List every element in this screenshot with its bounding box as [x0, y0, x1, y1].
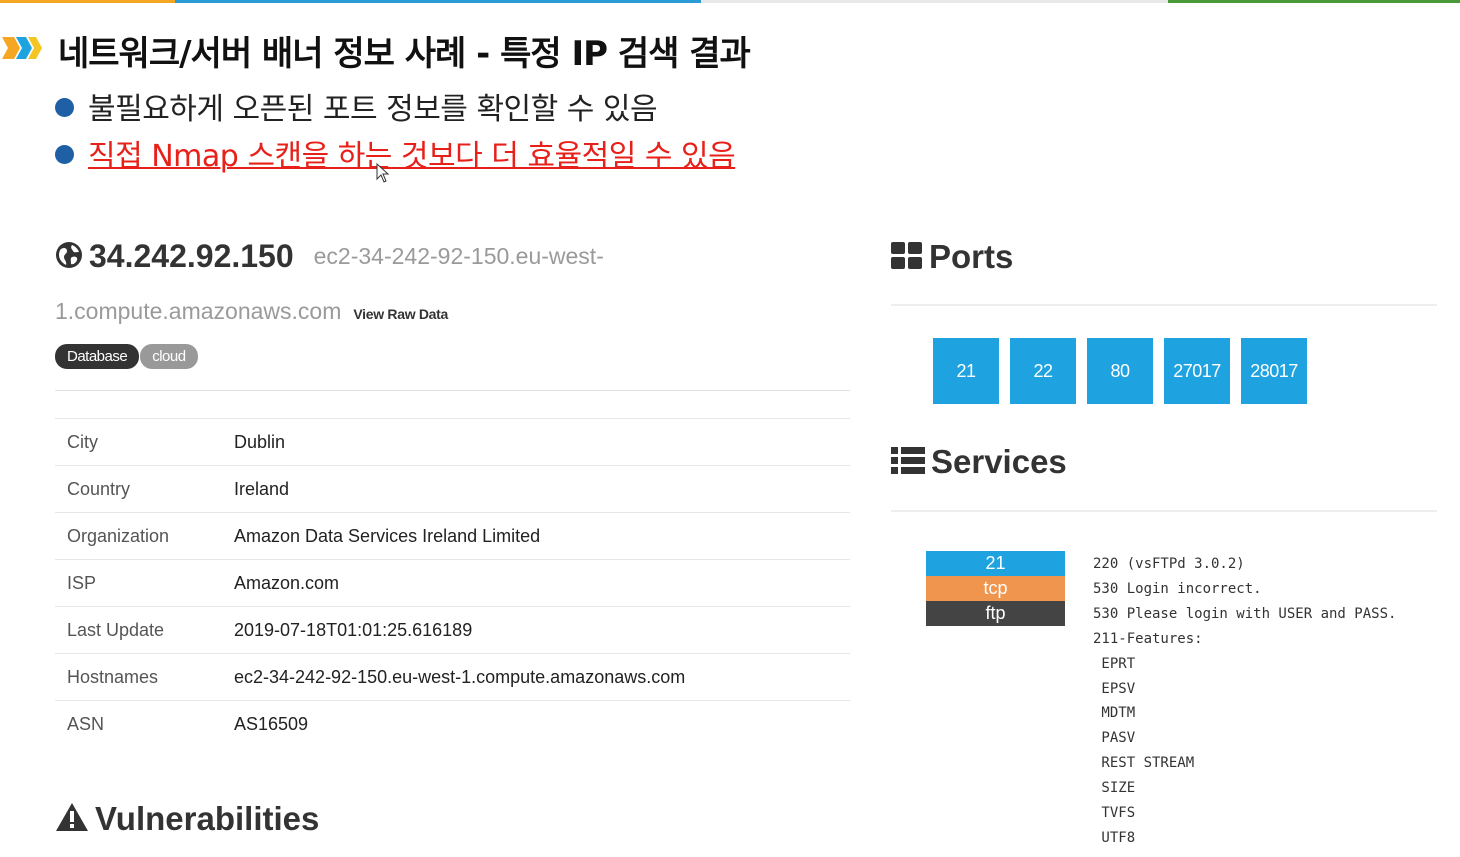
services-title: Services: [931, 443, 1067, 480]
service-banner: 220 (vsFTPd 3.0.2) 530 Login incorrect. …: [1093, 556, 1397, 846]
info-value: Amazon.com: [222, 559, 850, 607]
host-hostname: ec2-34-242-92-150.eu-west-: [313, 243, 604, 269]
host-header: 34.242.92.150 ec2-34-242-92-150.eu-west-: [55, 238, 604, 275]
table-row: Hostnames ec2-34-242-92-150.eu-west-1.com…: [55, 653, 850, 701]
info-key: City: [55, 418, 222, 466]
bullet-dot-icon: [55, 145, 74, 164]
service-label-stack: 21 tcp ftp: [926, 551, 1065, 626]
table-row: Last Update 2019-07-18T01:01:25.616189: [55, 606, 850, 654]
table-row: ISP Amazon.com: [55, 559, 850, 607]
info-value: Dublin: [222, 418, 850, 466]
service-protocol: tcp: [926, 576, 1065, 601]
port-link[interactable]: 28017: [1241, 338, 1307, 404]
ports-title: Ports: [929, 238, 1014, 275]
port-link[interactable]: 22: [1010, 338, 1076, 404]
host-info-table: City Dublin Country Ireland Organization Am…: [55, 418, 850, 747]
service-name: ftp: [926, 601, 1065, 626]
divider: [891, 304, 1437, 306]
th-large-icon: [891, 242, 922, 270]
table-row: Organization Amazon Data Services Ireland…: [55, 512, 850, 560]
info-key: Country: [55, 465, 222, 513]
port-link[interactable]: 21: [933, 338, 999, 404]
divider: [891, 510, 1437, 512]
info-value-asn: AS16509: [222, 700, 850, 747]
info-key: ISP: [55, 559, 222, 607]
table-row: City Dublin: [55, 418, 850, 466]
host-tags: Database cloud: [55, 344, 199, 369]
services-heading: Services: [891, 443, 1067, 481]
vulnerabilities-heading: Vulnerabilities: [55, 800, 319, 838]
info-value: 2019-07-18T01:01:25.616189: [222, 606, 850, 654]
info-key: Organization: [55, 512, 222, 560]
slide-bullet-1: 불필요하게 오픈된 포트 정보를 확인할 수 있음: [55, 84, 658, 128]
info-value: Ireland: [222, 465, 850, 513]
slide-title: 네트워크/서버 배너 정보 사례 - 특정 IP 검색 결과: [58, 34, 751, 74]
bullet-text-highlight: 직접 Nmap 스캔을 하는 것보다 더 효율적일 수 있음: [88, 139, 736, 174]
slide-top-rule: [0, 0, 1460, 3]
ports-heading: Ports: [891, 238, 1013, 276]
bullet-dot-icon: [55, 98, 74, 117]
slide-bullet-2: 직접 Nmap 스캔을 하는 것보다 더 효율적일 수 있음: [55, 131, 736, 175]
view-raw-data-link[interactable]: View Raw Data: [353, 306, 448, 322]
table-row: Country Ireland: [55, 465, 850, 513]
service-port: 21: [926, 551, 1065, 576]
divider: [55, 390, 850, 391]
info-value-hostnames[interactable]: ec2-34-242-92-150.eu-west-1.compute.amaz…: [222, 653, 850, 701]
list-icon: [891, 447, 925, 475]
host-header-line2: 1.compute.amazonaws.com View Raw Data: [55, 298, 448, 325]
tag-database[interactable]: Database: [55, 344, 140, 369]
port-link[interactable]: 80: [1087, 338, 1153, 404]
globe-icon: [56, 241, 82, 268]
info-key: Hostnames: [55, 653, 222, 701]
table-row: ASN AS16509: [55, 700, 850, 747]
info-key: ASN: [55, 700, 222, 747]
warning-icon: [56, 803, 88, 832]
info-key: Last Update: [55, 606, 222, 654]
info-value: Amazon Data Services Ireland Limited: [222, 512, 850, 560]
host-hostname-cont: 1.compute.amazonaws.com: [55, 298, 342, 324]
slide-logo-icon: [2, 37, 42, 59]
mouse-pointer-icon: [376, 163, 390, 183]
vulnerabilities-title: Vulnerabilities: [95, 800, 320, 837]
tag-cloud[interactable]: cloud: [140, 344, 198, 369]
bullet-text: 불필요하게 오픈된 포트 정보를 확인할 수 있음: [88, 92, 658, 127]
port-link[interactable]: 27017: [1164, 338, 1230, 404]
host-ip: 34.242.92.150: [89, 238, 294, 274]
ports-list: 21 22 80 27017 28017: [933, 338, 1318, 404]
